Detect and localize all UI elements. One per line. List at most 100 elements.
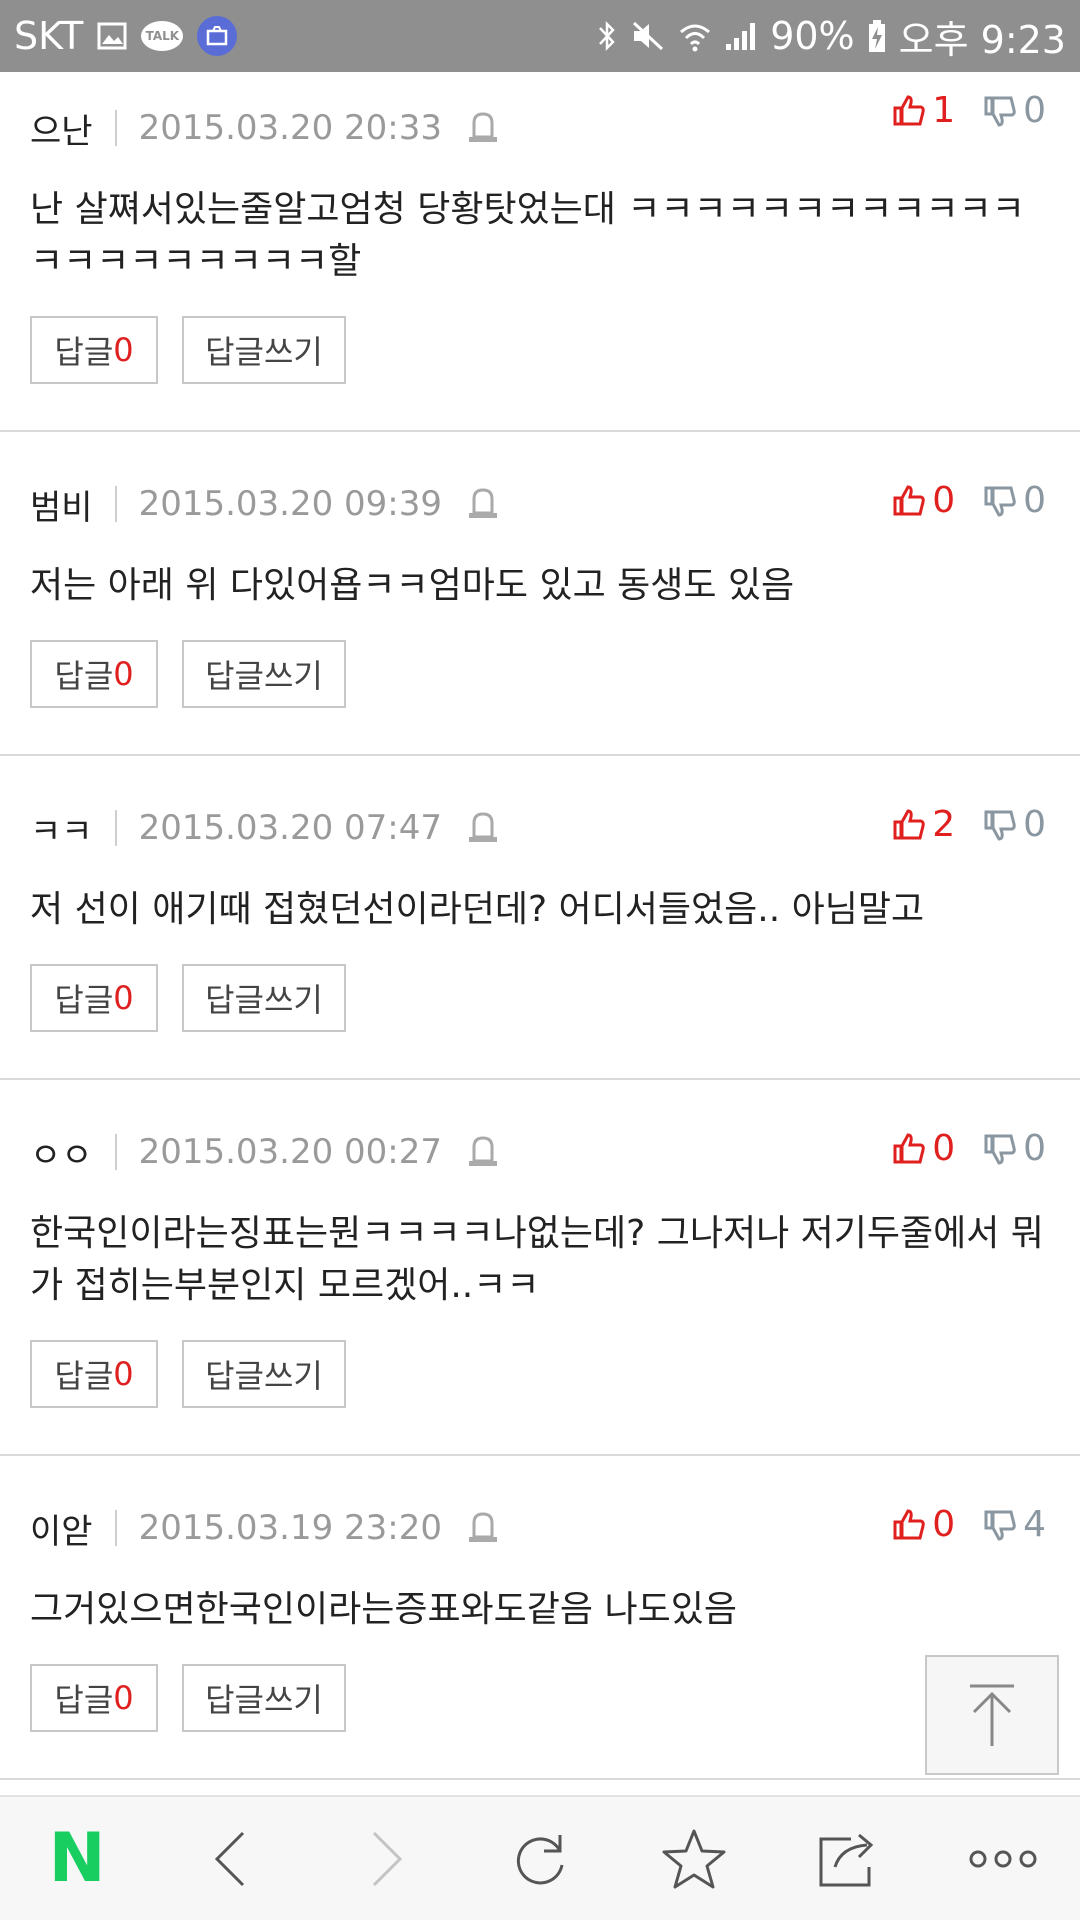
comment-text: 저 선이 애기때 접혔던선이라던데? 어디서들었음.. 아님말고: [30, 889, 925, 930]
back-button[interactable]: [186, 1814, 276, 1904]
reply-count: 0: [113, 1679, 134, 1717]
signal-icon: [724, 20, 758, 52]
dislike-button[interactable]: 0: [983, 90, 1046, 131]
divider: [114, 110, 117, 146]
replies-label: 답글: [54, 981, 114, 1019]
like-button[interactable]: 0: [892, 480, 955, 521]
comment-item: ㅋㅋ 2015.03.20 07:47 2 0 저 선이 애기때 접혔던선이라던…: [0, 772, 1080, 1080]
like-count: 0: [932, 480, 956, 521]
reply-count: 0: [113, 331, 134, 369]
share-button[interactable]: [804, 1814, 894, 1904]
replies-label: 답글: [54, 333, 114, 371]
dislike-count: 0: [1023, 1128, 1046, 1169]
like-button[interactable]: 1: [892, 90, 955, 131]
comment-author[interactable]: 범비: [30, 480, 93, 529]
like-button[interactable]: 0: [892, 1504, 955, 1545]
naver-home-button[interactable]: N: [32, 1814, 122, 1904]
app-notification-icon: [197, 16, 238, 56]
dislike-count: 0: [1023, 90, 1046, 131]
thumbs-up-icon: [893, 484, 925, 515]
thumbs-up-icon: [893, 1132, 925, 1163]
replies-button[interactable]: 답글 0: [30, 1340, 158, 1408]
kakaotalk-icon: TALK: [141, 21, 184, 51]
arrow-up-icon: [970, 1684, 1014, 1746]
star-icon: [662, 1829, 726, 1888]
report-bell-icon[interactable]: [466, 109, 500, 147]
replies-label: 답글: [54, 1681, 114, 1719]
refresh-icon: [516, 1834, 564, 1884]
divider: [114, 1510, 117, 1546]
like-count: 1: [932, 90, 956, 131]
dislike-button[interactable]: 0: [983, 1128, 1046, 1169]
chevron-left-icon: [215, 1831, 245, 1886]
comment-item: 이앋 2015.03.19 23:20 0 4 그거있으면한국인이라는증표와도같…: [0, 1472, 1080, 1780]
replies-button[interactable]: 답글 0: [30, 640, 158, 708]
comment-author[interactable]: ㅋㅋ: [30, 804, 93, 853]
reply-count: 0: [113, 1355, 134, 1393]
comment-author[interactable]: ㅇㅇ: [30, 1128, 93, 1177]
comment-author[interactable]: 이앋: [30, 1504, 93, 1553]
replies-button[interactable]: 답글 0: [30, 316, 158, 384]
report-bell-icon[interactable]: [466, 1133, 500, 1171]
comment-item: 으난 2015.03.20 20:33 1 0 난 살쪄서있는줄알고엄청 당황탓…: [0, 72, 1080, 432]
divider: [114, 486, 117, 522]
chevron-right-icon: [372, 1831, 402, 1886]
comment-text: 그거있으면한국인이라는증표와도같음 나도있음: [30, 1589, 737, 1630]
naver-logo-icon: N: [48, 1819, 106, 1898]
mute-icon: [630, 19, 666, 53]
dislike-button[interactable]: 0: [983, 480, 1046, 521]
comment-date: 2015.03.20 09:39: [138, 484, 443, 524]
dislike-button[interactable]: 0: [983, 804, 1046, 845]
like-count: 0: [932, 1504, 956, 1545]
write-reply-button[interactable]: 답글쓰기: [182, 316, 346, 384]
write-reply-button[interactable]: 답글쓰기: [182, 1340, 346, 1408]
thumbs-down-icon: [984, 1134, 1016, 1165]
replies-label: 답글: [54, 657, 114, 695]
status-time: 오후 9:23: [898, 17, 1066, 62]
comment-author[interactable]: 으난: [30, 104, 93, 153]
thumbs-down-icon: [984, 486, 1016, 517]
battery-percent: 90%: [770, 14, 855, 58]
comment-text: 저는 아래 위 다있어욥ㅋㅋ엄마도 있고 동생도 있음: [30, 565, 795, 606]
battery-charging-icon: [867, 19, 887, 53]
write-reply-button[interactable]: 답글쓰기: [182, 964, 346, 1032]
comment-list: 으난 2015.03.20 20:33 1 0 난 살쪄서있는줄알고엄청 당황탓…: [0, 72, 1080, 1780]
comment-text: 난 살쪄서있는줄알고엄청 당황탓었는대 ㅋㅋㅋㅋㅋㅋㅋㅋㅋㅋㅋㅋㅋㅋㅋㅋㅋㅋㅋㅋ…: [30, 189, 1025, 282]
like-button[interactable]: 2: [892, 804, 955, 845]
comment-date: 2015.03.20 20:33: [138, 108, 443, 148]
like-count: 0: [932, 1128, 956, 1169]
refresh-button[interactable]: [495, 1814, 585, 1904]
comment-date: 2015.03.20 07:47: [138, 808, 443, 848]
thumbs-down-icon: [984, 96, 1016, 127]
thumbs-up-icon: [893, 808, 925, 839]
report-bell-icon[interactable]: [466, 1509, 500, 1547]
bluetooth-icon: [596, 19, 618, 53]
divider: [114, 810, 117, 846]
scroll-to-top-button[interactable]: [925, 1655, 1059, 1775]
replies-button[interactable]: 답글 0: [30, 1664, 158, 1732]
thumbs-down-icon: [984, 1510, 1016, 1541]
write-reply-button[interactable]: 답글쓰기: [182, 640, 346, 708]
report-bell-icon[interactable]: [466, 485, 500, 523]
reply-count: 0: [113, 979, 134, 1017]
replies-button[interactable]: 답글 0: [30, 964, 158, 1032]
carrier-label: SKT: [14, 14, 84, 58]
browser-toolbar: N: [0, 1795, 1080, 1920]
replies-label: 답글: [54, 1357, 114, 1395]
comment-text: 한국인이라는징표는뭔ㅋㅋㅋㅋ나없는데? 그나저나 저기두줄에서 뭐가 접히는부분…: [30, 1213, 1044, 1306]
like-count: 2: [932, 804, 956, 845]
comment-item: 범비 2015.03.20 09:39 0 0 저는 아래 위 다있어욥ㅋㅋ엄마…: [0, 448, 1080, 756]
more-menu-button[interactable]: [958, 1814, 1048, 1904]
dislike-button[interactable]: 4: [983, 1504, 1046, 1545]
report-bell-icon[interactable]: [466, 809, 500, 847]
forward-button[interactable]: [341, 1814, 431, 1904]
gallery-icon: [97, 22, 127, 50]
like-button[interactable]: 0: [892, 1128, 955, 1169]
bookmark-button[interactable]: [649, 1814, 739, 1904]
write-reply-button[interactable]: 답글쓰기: [182, 1664, 346, 1732]
talk-label: TALK: [145, 29, 180, 43]
share-icon: [819, 1833, 873, 1886]
reply-count: 0: [113, 655, 134, 693]
comment-date: 2015.03.20 00:27: [138, 1132, 443, 1172]
more-dots-icon: [969, 1850, 1037, 1867]
